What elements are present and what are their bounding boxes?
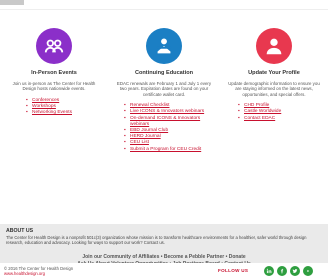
- top-strip-bar: [0, 0, 24, 5]
- link-list: Conferences Workshops Networking Events: [26, 98, 108, 117]
- community-links[interactable]: Join our Community of Affiliates • Becom…: [0, 254, 328, 260]
- youtube-icon[interactable]: [303, 266, 313, 276]
- copyright: © 2016 The Center for Health Design www.…: [4, 266, 73, 276]
- link-list: CHD Profile Castle Worldwide Contact EDA…: [238, 103, 328, 122]
- link-contact-edac[interactable]: Contact EDAC: [238, 116, 328, 122]
- column-in-person-events: In-Person Events Join us in-person as Th…: [0, 28, 108, 117]
- facebook-icon[interactable]: [277, 266, 287, 276]
- follow-us-label: FOLLOW US: [218, 268, 249, 273]
- column-text: Update demographic information to ensure…: [228, 81, 320, 97]
- top-strip: [0, 0, 328, 10]
- link-list: Renewal Checklist Live ICONS & Innovator…: [124, 103, 218, 153]
- site-url-link[interactable]: www.healthdesign.org: [4, 271, 73, 276]
- column-title: Update Your Profile: [248, 70, 300, 76]
- column-text: Join us in-person as The Center for Heal…: [12, 81, 96, 92]
- column-update-profile: Update Your Profile Update demographic i…: [220, 28, 328, 122]
- user-icon: [256, 28, 292, 64]
- learner-icon: [146, 28, 182, 64]
- column-title: Continuing Education: [134, 70, 194, 76]
- feature-columns: In-Person Events Join us in-person as Th…: [0, 28, 328, 256]
- column-continuing-education: Continuing Education EDAC renewals are F…: [110, 28, 218, 153]
- link-on-demand-webinars[interactable]: On-demand ICONS & Innovators webinars: [124, 116, 218, 128]
- column-text: EDAC renewals are February 1 and July 1 …: [116, 81, 212, 97]
- link-networking-events[interactable]: Networking Events: [26, 110, 108, 116]
- about-title: ABOUT US: [6, 228, 34, 234]
- linkedin-icon[interactable]: [264, 266, 274, 276]
- link-submit-program[interactable]: Submit a Program for CEU Credit: [124, 147, 218, 153]
- twitter-icon[interactable]: [290, 266, 300, 276]
- about-text: The Center for Health Design is a nonpro…: [6, 235, 307, 246]
- bottom-bar: © 2016 The Center for Health Design www.…: [0, 263, 328, 280]
- column-title: In-Person Events: [31, 70, 77, 76]
- group-icon: [36, 28, 72, 64]
